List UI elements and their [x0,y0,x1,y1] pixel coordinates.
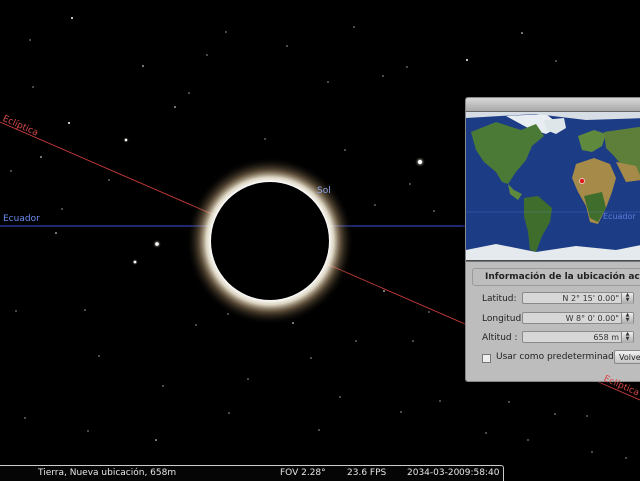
altitude-spinner[interactable]: ▲ ▼ [621,332,633,343]
star [508,401,510,403]
star [310,357,312,359]
latitude-spinner[interactable]: ▲ ▼ [621,293,633,304]
default-checkbox-label[interactable]: Usar como predeterminado [496,352,619,362]
spin-down-icon: ▼ [625,317,630,323]
equator-label: Ecuador [3,214,40,224]
star [98,355,100,357]
longitude-spinner[interactable]: ▲ ▼ [621,313,633,324]
star [318,429,320,431]
star [353,26,355,28]
status-location: Tierra, Nueva ubicación, 658m [38,468,177,478]
star [206,54,208,56]
star [554,413,556,415]
star [228,412,230,414]
spin-down-icon: ▼ [625,336,630,342]
star [428,311,430,313]
star [162,385,164,387]
star [68,122,70,124]
star [225,31,227,33]
star [409,183,411,185]
world-map[interactable] [466,112,640,260]
star [485,432,487,434]
star [188,92,190,94]
star [527,439,529,441]
star [155,439,157,441]
star [466,59,468,61]
star [433,210,435,212]
info-title: Información de la ubicación actual [472,268,640,286]
star [55,232,57,234]
default-checkbox[interactable] [482,354,491,363]
star [40,156,42,158]
star [32,86,34,88]
star [339,396,341,398]
moon-disk[interactable] [211,182,329,300]
star [344,149,346,151]
star [406,66,408,68]
star [591,451,593,453]
star [374,204,376,206]
return-button[interactable]: Volver [614,350,640,364]
star [400,411,402,413]
sun-label[interactable]: Sol [317,186,331,196]
star [87,430,89,432]
star [133,260,137,264]
star [71,17,73,19]
status-time: 09:58:40 [459,468,500,478]
star [264,138,266,140]
location-window[interactable]: Ecuador Información de la ubicación actu… [465,97,640,382]
star [247,378,249,380]
star [355,340,357,342]
location-info-panel: Información de la ubicación actual Latit… [466,261,640,381]
star [439,400,441,402]
longitude-label: Longitud: [482,314,525,324]
star [625,457,627,459]
star [124,138,128,142]
latitude-field[interactable]: N 2° 15' 0.00" ▲ ▼ [522,292,634,304]
altitude-field[interactable]: 658 m ▲ ▼ [522,331,634,343]
status-bar: Tierra, Nueva ubicación, 658m FOV 2.28° … [0,465,504,481]
star [412,340,414,342]
spin-down-icon: ▼ [625,297,630,303]
star [417,159,423,165]
star [29,39,31,41]
star [61,208,63,210]
window-titlebar[interactable] [466,98,640,112]
star [24,417,26,419]
star [521,32,523,34]
star [555,60,557,62]
star [155,242,159,246]
star [383,290,385,292]
status-fps: 23.6 FPS [347,468,387,478]
star [84,309,86,311]
star [10,170,12,172]
star [15,310,17,312]
location-marker [579,178,585,184]
latitude-value: N 2° 15' 0.00" [562,294,619,303]
star [586,415,588,417]
star [286,45,288,47]
star [108,179,110,181]
star [142,65,144,67]
altitude-value: 658 m [593,333,619,342]
longitude-field[interactable]: W 8° 0' 0.00" ▲ ▼ [522,312,634,324]
status-fov: FOV 2.28° [280,468,326,478]
star [382,75,384,77]
longitude-value: W 8° 0' 0.00" [565,314,619,323]
star [174,106,176,108]
altitude-label: Altitud : [482,333,518,343]
map-equator-label: Ecuador [603,212,636,221]
star [195,324,197,326]
status-date: 2034-03-20 [407,468,460,478]
star [327,81,329,83]
latitude-label: Latitud: [482,294,517,304]
star [292,322,294,324]
